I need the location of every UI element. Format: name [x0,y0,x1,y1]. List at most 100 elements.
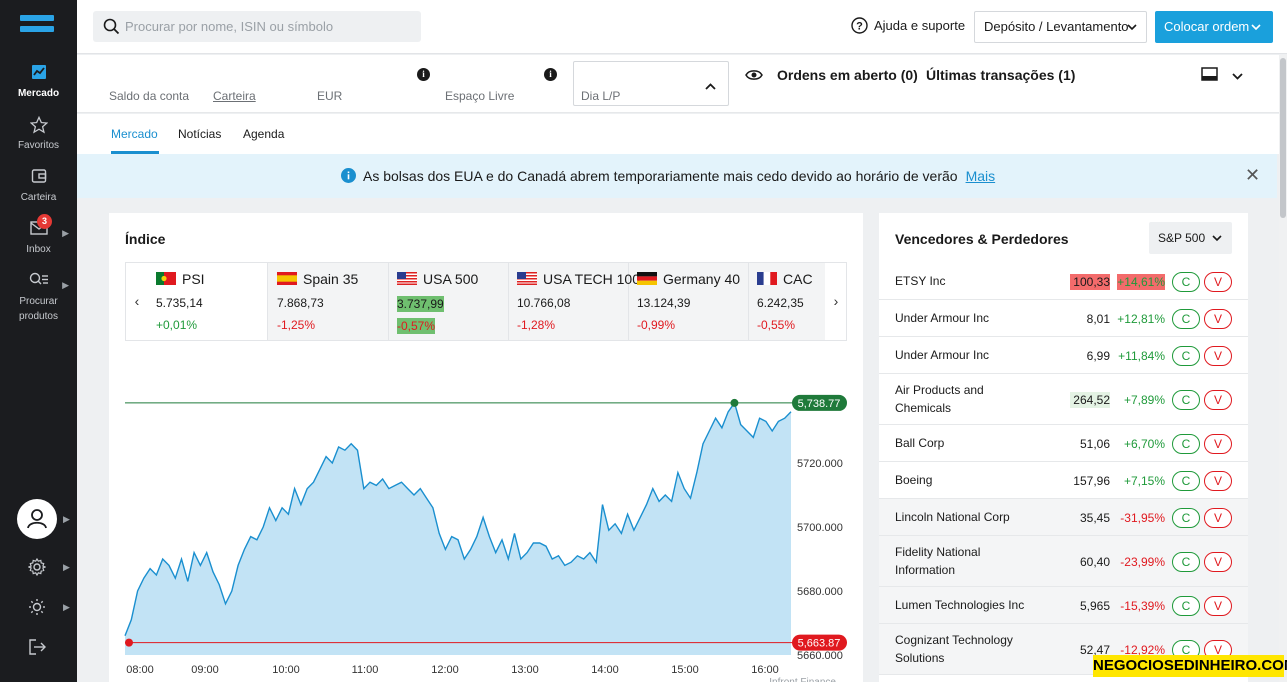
index-chart[interactable]: 5,738.77 5,663.87 5720.000 5700.000 5680.000… [109,353,863,682]
winners-losers-panel: Vencedores & Perdedores S&P 500 ETSY Inc… [879,213,1248,682]
portugal-flag-icon [156,272,176,285]
sell-button[interactable]: V [1204,346,1232,366]
index-value: 5.735,14 [156,296,203,310]
chevron-right-icon: ▶ [63,562,70,572]
winner-row[interactable]: Fidelity National Information 60,40 -23,99… [879,536,1248,587]
stock-name[interactable]: Ball Corp [895,434,1025,452]
buy-button[interactable]: C [1172,346,1200,366]
stock-change: +6,70% [1123,437,1165,451]
deposit-withdraw-dropdown[interactable]: Depósito / Levantamento [974,11,1147,43]
winner-row[interactable]: Air Products and Chemicals 264,52 +7,89% C V [879,374,1248,425]
help-link[interactable]: ? Ajuda e suporte [851,17,965,34]
stock-name[interactable]: Lincoln National Corp [895,508,1025,526]
buy-button[interactable]: C [1172,272,1200,292]
deposit-label: Depósito / Levantamento [984,19,1129,34]
stock-name[interactable]: Cognizant Technology Solutions [895,631,1025,667]
index-select-value: S&P 500 [1158,231,1206,245]
dia-pl-dropdown[interactable]: Dia L/P [573,61,729,106]
index-card-psi[interactable]: PSI 5.735,14 +0,01% [148,263,268,340]
index-card-usa-tech-100[interactable]: USA TECH 100 10.766,08 -1,28% [509,263,640,340]
buy-button[interactable]: C [1172,434,1200,454]
winner-row[interactable]: Under Armour Inc 8,01 +12,81% C V [879,300,1248,337]
stock-name[interactable]: Under Armour Inc [895,309,1025,327]
sell-button[interactable]: V [1204,309,1232,329]
index-name: CAC [783,271,813,287]
last-transactions-link[interactable]: Últimas transações (1) [926,67,1075,83]
chevron-down-icon [1251,11,1261,43]
menu-logo-icon[interactable] [20,15,54,39]
buy-button[interactable]: C [1172,471,1200,491]
x-tick-label: 09:00 [191,664,219,676]
gear-icon[interactable] [27,557,47,579]
place-order-button[interactable]: Colocar ordem [1155,11,1273,43]
tab-agenda[interactable]: Agenda [243,127,284,141]
search-box[interactable] [93,11,421,42]
brightness-icon[interactable] [28,598,46,619]
info-icon[interactable]: i [544,68,557,81]
sidebar-item-carteira[interactable]: Carteira [0,168,77,203]
open-orders-link[interactable]: Ordens em aberto (0) [777,67,918,83]
winner-row[interactable]: Ball Corp 51,06 +6,70% C V [879,425,1248,462]
index-change: +0,01% [156,318,198,332]
sidebar-item-inbox[interactable]: 3 Inbox ▶ [0,214,77,255]
index-card-germany-40[interactable]: Germany 40 13.124,39 -0,99% [629,263,749,340]
stock-name[interactable]: Under Armour Inc [895,346,1025,364]
top-bar: ? Ajuda e suporte Depósito / Levantament… [77,0,1287,54]
sell-button[interactable]: V [1204,390,1232,410]
index-select-dropdown[interactable]: S&P 500 [1149,222,1232,254]
y-tick-label: 5660.000 [797,650,843,662]
sidebar-item-procurar-produtos[interactable]: Procurar produtos ▶ [0,272,77,327]
index-card-usa-500[interactable]: USA 500 3.737,99 -0,57% [389,263,509,340]
index-card-cac[interactable]: CAC 6.242,35 -0,55% [749,263,827,340]
panel-title: Vencedores & Perdedores [895,231,1069,247]
sidebar-item-mercado[interactable]: Mercado [0,64,77,99]
stock-name[interactable]: ETSY Inc [895,272,1025,290]
close-icon[interactable]: ✕ [1245,165,1260,186]
panel-title: Índice [125,231,166,247]
logout-icon[interactable] [29,639,47,658]
tab-mercado[interactable]: Mercado [111,127,158,141]
sell-button[interactable]: V [1204,596,1232,616]
usa-flag-icon [397,272,417,285]
stock-name[interactable]: Lumen Technologies Inc [895,596,1025,614]
index-change: -1,25% [277,318,316,332]
buy-button[interactable]: C [1172,552,1200,572]
stock-name[interactable]: Air Products and Chemicals [895,381,1025,417]
winner-row[interactable]: Lumen Technologies Inc 5,965 -15,39% C V [879,587,1248,624]
stock-name[interactable]: Fidelity National Information [895,543,1025,579]
banner-text: As bolsas dos EUA e do Canadá abrem temp… [363,168,958,184]
sell-button[interactable]: V [1204,471,1232,491]
banner-more-link[interactable]: Mais [966,168,996,184]
sell-button[interactable]: V [1204,272,1232,292]
buy-button[interactable]: C [1172,508,1200,528]
chevron-down-icon[interactable] [1232,68,1243,83]
user-avatar[interactable] [17,499,57,539]
stock-change: -15,39% [1120,599,1165,613]
stock-change: +7,89% [1123,393,1165,407]
index-card-spain-35[interactable]: Spain 35 7.868,73 -1,25% [269,263,389,340]
x-tick-label: 10:00 [272,664,300,676]
page-scrollbar-thumb[interactable] [1280,58,1286,218]
sidebar-item-label: Carteira [20,192,57,203]
eye-icon[interactable] [745,69,763,84]
chevron-left-icon[interactable]: ‹ [126,263,148,340]
buy-button[interactable]: C [1172,390,1200,410]
search-input[interactable] [125,11,415,42]
carteira-link[interactable]: Carteira [213,89,256,103]
sell-button[interactable]: V [1204,434,1232,454]
layout-icon[interactable] [1201,67,1218,84]
sell-button[interactable]: V [1204,552,1232,572]
info-icon[interactable]: i [417,68,430,81]
winner-row[interactable]: ETSY Inc 100,33 +14,61% C V [879,263,1248,300]
sidebar-item-favoritos[interactable]: Favoritos [0,115,77,151]
buy-button[interactable]: C [1172,596,1200,616]
stock-name[interactable]: Boeing [895,471,1025,489]
user-icon [27,509,47,529]
winner-row[interactable]: Lincoln National Corp 35,45 -31,95% C V [879,499,1248,536]
tab-noticias[interactable]: Notícias [178,127,221,141]
winner-row[interactable]: Under Armour Inc 6,99 +11,84% C V [879,337,1248,374]
chevron-right-icon[interactable]: › [825,263,846,340]
winner-row[interactable]: Boeing 157,96 +7,15% C V [879,462,1248,499]
sell-button[interactable]: V [1204,508,1232,528]
buy-button[interactable]: C [1172,309,1200,329]
